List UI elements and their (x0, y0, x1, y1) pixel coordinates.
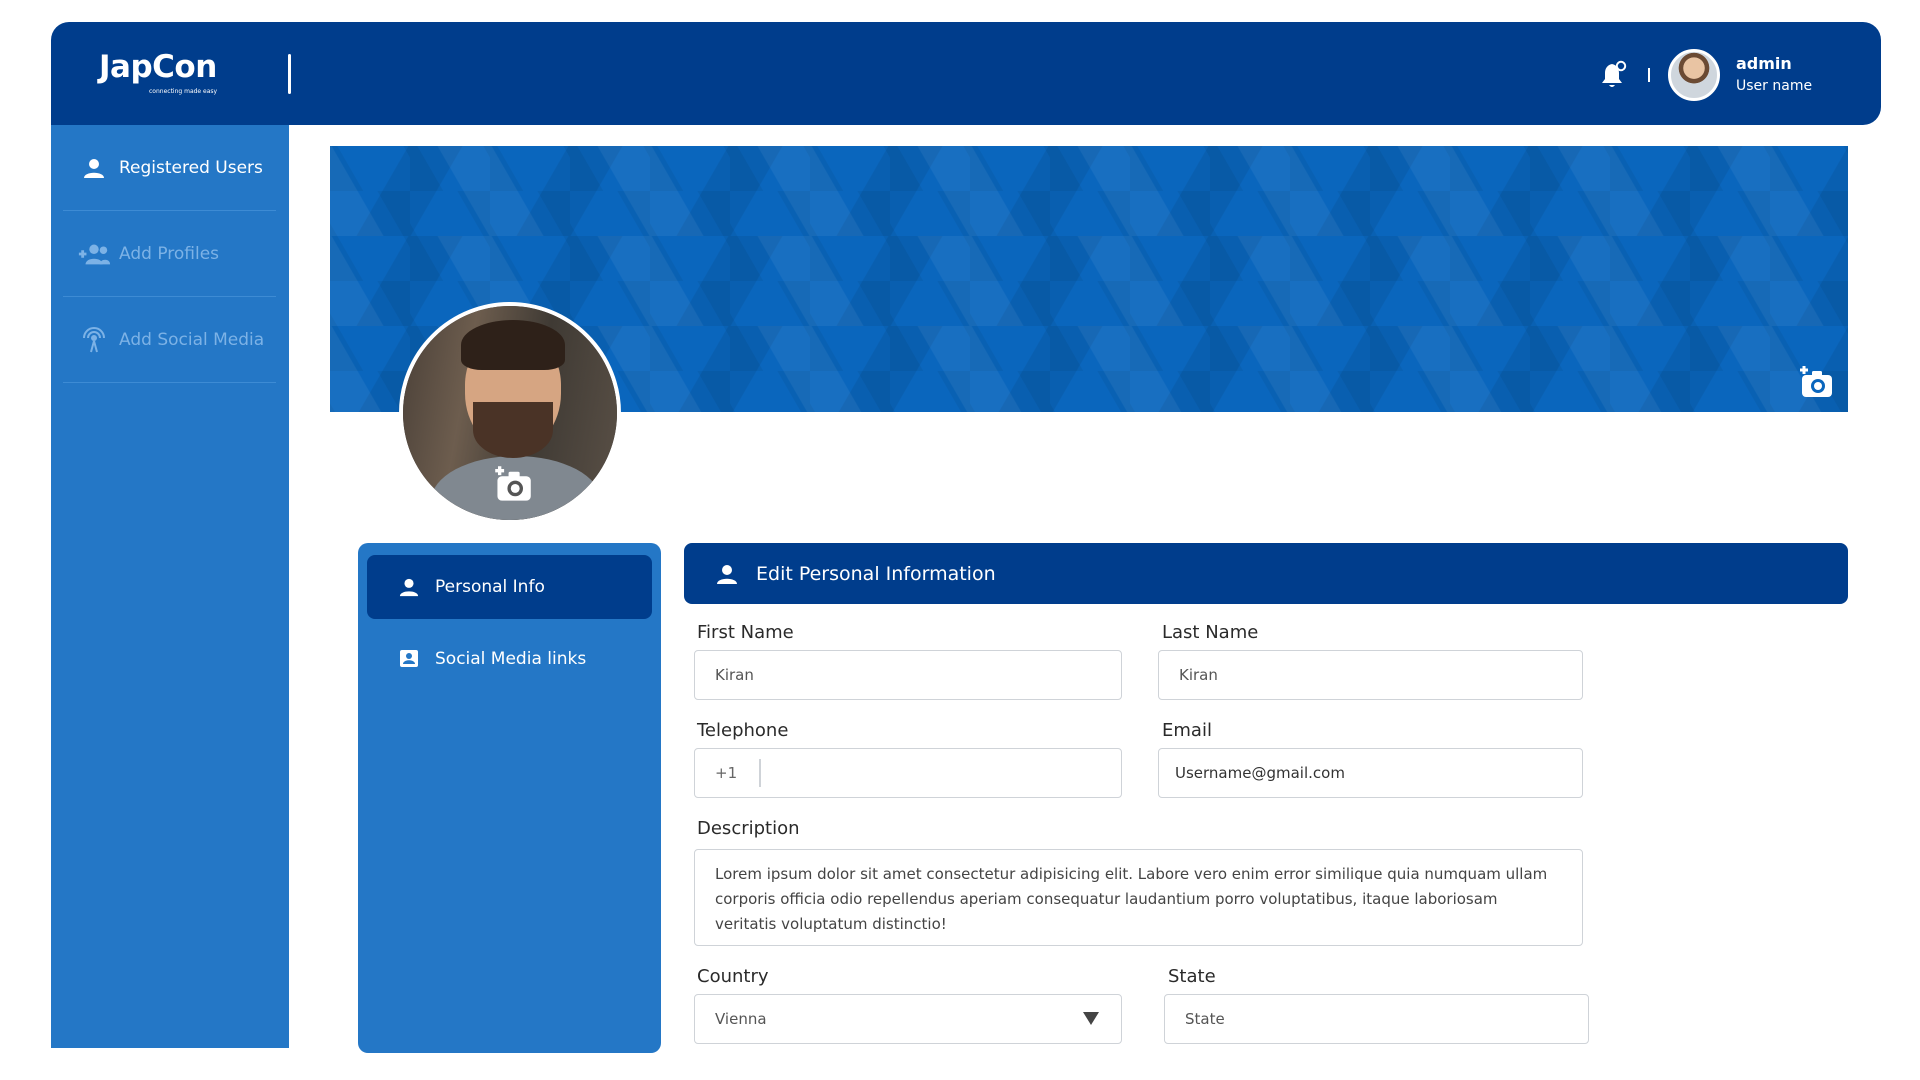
first-name-label: First Name (697, 622, 794, 643)
add-photo-icon[interactable] (493, 466, 533, 502)
email-value: Username@gmail.com (1175, 764, 1345, 782)
sidebar-item-add-social-media[interactable]: Add Social Media (63, 297, 276, 383)
country-label: Country (697, 966, 769, 987)
country-code-prefix[interactable]: +1 (715, 764, 737, 782)
header-divider (288, 54, 291, 94)
contact-card-icon (397, 647, 421, 671)
user-icon (77, 155, 111, 181)
edit-panel-title: Edit Personal Information (756, 562, 996, 585)
logo-text: JapCon (99, 49, 217, 85)
tab-personal-info[interactable]: Personal Info (367, 555, 652, 619)
photo-beard (473, 402, 553, 458)
state-label: State (1168, 966, 1216, 987)
last-name-label: Last Name (1162, 622, 1259, 643)
email-label: Email (1162, 720, 1212, 741)
telephone-separator (759, 759, 762, 787)
sidebar-item-add-profiles[interactable]: Add Profiles (63, 211, 276, 297)
user-name[interactable]: admin (1736, 54, 1792, 73)
last-name-value: Kiran (1179, 666, 1218, 684)
telephone-label: Telephone (697, 720, 789, 741)
broadcast-icon (77, 326, 111, 353)
user-avatar[interactable] (1668, 49, 1720, 101)
email-field[interactable]: Username@gmail.com (1158, 748, 1583, 798)
country-value: Vienna (715, 1010, 767, 1028)
logo-tagline: connecting made easy (149, 88, 218, 95)
user-icon (397, 575, 421, 599)
profile-tabs-panel: Personal Info Social Media links (358, 543, 661, 1053)
sidebar-item-registered-users[interactable]: Registered Users (63, 125, 276, 211)
add-photo-icon[interactable] (1798, 366, 1834, 398)
user-role-label: User name (1736, 78, 1813, 94)
app-logo[interactable]: JapCon connecting made easy (99, 49, 217, 96)
telephone-field[interactable]: +1 (694, 748, 1122, 798)
notification-bell-icon[interactable] (1599, 60, 1629, 90)
edit-panel-header: Edit Personal Information (684, 543, 1848, 604)
description-textarea[interactable]: Lorem ipsum dolor sit amet consectetur a… (694, 849, 1583, 946)
header-separator (1648, 68, 1650, 82)
tab-label: Social Media links (435, 649, 587, 669)
sidebar-item-label: Add Profiles (119, 243, 220, 264)
state-placeholder: State (1185, 1010, 1225, 1028)
top-header: JapCon connecting made easy admin User n… (51, 22, 1881, 125)
state-field[interactable]: State (1164, 994, 1589, 1044)
sidebar-item-label: Add Social Media (119, 329, 265, 350)
first-name-field[interactable]: Kiran (694, 650, 1122, 700)
tab-label: Personal Info (435, 577, 545, 597)
user-icon (714, 561, 740, 587)
first-name-value: Kiran (715, 666, 754, 684)
tab-social-media-links[interactable]: Social Media links (367, 627, 652, 691)
sidebar-item-label: Registered Users (119, 157, 263, 178)
profile-photo[interactable] (399, 302, 621, 524)
country-select[interactable]: Vienna (694, 994, 1122, 1044)
dropdown-arrow-icon (1083, 1012, 1099, 1025)
photo-hair (461, 320, 565, 370)
description-label: Description (697, 818, 800, 839)
add-users-icon (77, 241, 111, 267)
description-value: Lorem ipsum dolor sit amet consectetur a… (715, 865, 1548, 933)
last-name-field[interactable]: Kiran (1158, 650, 1583, 700)
sidebar: Registered Users Add Profiles Add Social… (51, 125, 289, 1048)
